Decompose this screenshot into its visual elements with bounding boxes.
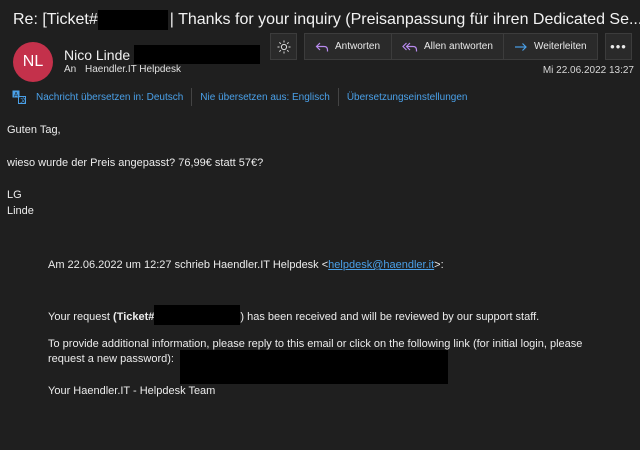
reply-all-icon [402, 41, 418, 53]
sender-name[interactable]: Nico Linde [64, 45, 261, 64]
translation-bar: A 文 Nachricht übersetzen in: Deutsch Nie… [12, 88, 467, 106]
quoted-header: Am 22.06.2022 um 12:27 schrieb Haendler.… [48, 259, 444, 271]
reply-icon [315, 41, 329, 53]
svg-text:文: 文 [20, 97, 26, 104]
recipient-line: An Haendler.IT Helpdesk [64, 64, 181, 75]
avatar-initials: NL [22, 53, 44, 70]
quoted-info-line-1: To provide additional information, pleas… [48, 338, 583, 350]
translation-settings-link[interactable]: Übersetzungseinstellungen [347, 92, 468, 103]
translate-separator [337, 88, 339, 106]
message-timestamp: Mi 22.06.2022 13:27 [542, 65, 634, 76]
to-label: An [64, 64, 77, 75]
forward-button[interactable]: Weiterleiten [504, 33, 598, 60]
reply-all-button[interactable]: Allen antworten [392, 33, 504, 60]
reply-all-label: Allen antworten [424, 41, 493, 52]
never-translate-link[interactable]: Nie übersetzen aus: Englisch [200, 92, 330, 103]
reply-label: Antworten [335, 41, 381, 52]
body-question: wieso wurde der Preis angepasst? 76,99€ … [7, 157, 264, 169]
sender-name-text: Nico Linde [64, 46, 131, 63]
translate-icon: A 文 [12, 90, 26, 104]
body-closing-lg: LG [7, 189, 22, 201]
body-closing-name: Linde [7, 205, 34, 217]
quoted-request-line: Your request (Ticket# ) has been received… [48, 305, 539, 325]
body-greeting: Guten Tag, [7, 124, 61, 136]
quoted-header-prefix: Am 22.06.2022 um 12:27 schrieb Haendler.… [48, 259, 329, 271]
recipient-name[interactable]: Haendler.IT Helpdesk [85, 64, 181, 75]
translate-separator [191, 88, 193, 106]
theme-toggle-button[interactable] [270, 33, 297, 60]
forward-arrow-icon [514, 41, 528, 53]
quoted-header-suffix: >: [434, 259, 444, 271]
redacted-login-link [180, 350, 448, 384]
subject-suffix: | Thanks for your inquiry (Preisanpassun… [169, 11, 640, 28]
message-toolbar: Antworten Allen antworten Weiterleiten •… [270, 33, 632, 60]
more-icon: ••• [610, 39, 627, 54]
reply-button[interactable]: Antworten [304, 33, 392, 60]
more-actions-button[interactable]: ••• [605, 33, 632, 60]
forward-label: Weiterleiten [534, 41, 587, 52]
quoted-signature: Your Haendler.IT - Helpdesk Team [48, 385, 216, 397]
sun-icon [277, 40, 291, 54]
redacted-sender-email [134, 45, 261, 64]
avatar[interactable]: NL [13, 42, 53, 82]
redacted-ticket-number [97, 10, 168, 30]
subject-prefix: Re: [Ticket# [13, 11, 98, 28]
reply-button-group: Antworten Allen antworten Weiterleiten [304, 33, 598, 60]
quoted-info-line-2: request a new password): [48, 353, 174, 365]
request-suffix: ) has been received and will be reviewed… [240, 311, 540, 323]
request-prefix: Your request [48, 311, 114, 323]
request-ticket-label: (Ticket# [113, 311, 155, 323]
translate-message-link[interactable]: Nachricht übersetzen in: Deutsch [36, 92, 183, 103]
redacted-ticket-id [154, 305, 241, 325]
mail-reading-pane: Re: [Ticket# | Thanks for your inquiry (… [0, 0, 640, 450]
helpdesk-email-link[interactable]: helpdesk@haendler.it [328, 259, 434, 271]
